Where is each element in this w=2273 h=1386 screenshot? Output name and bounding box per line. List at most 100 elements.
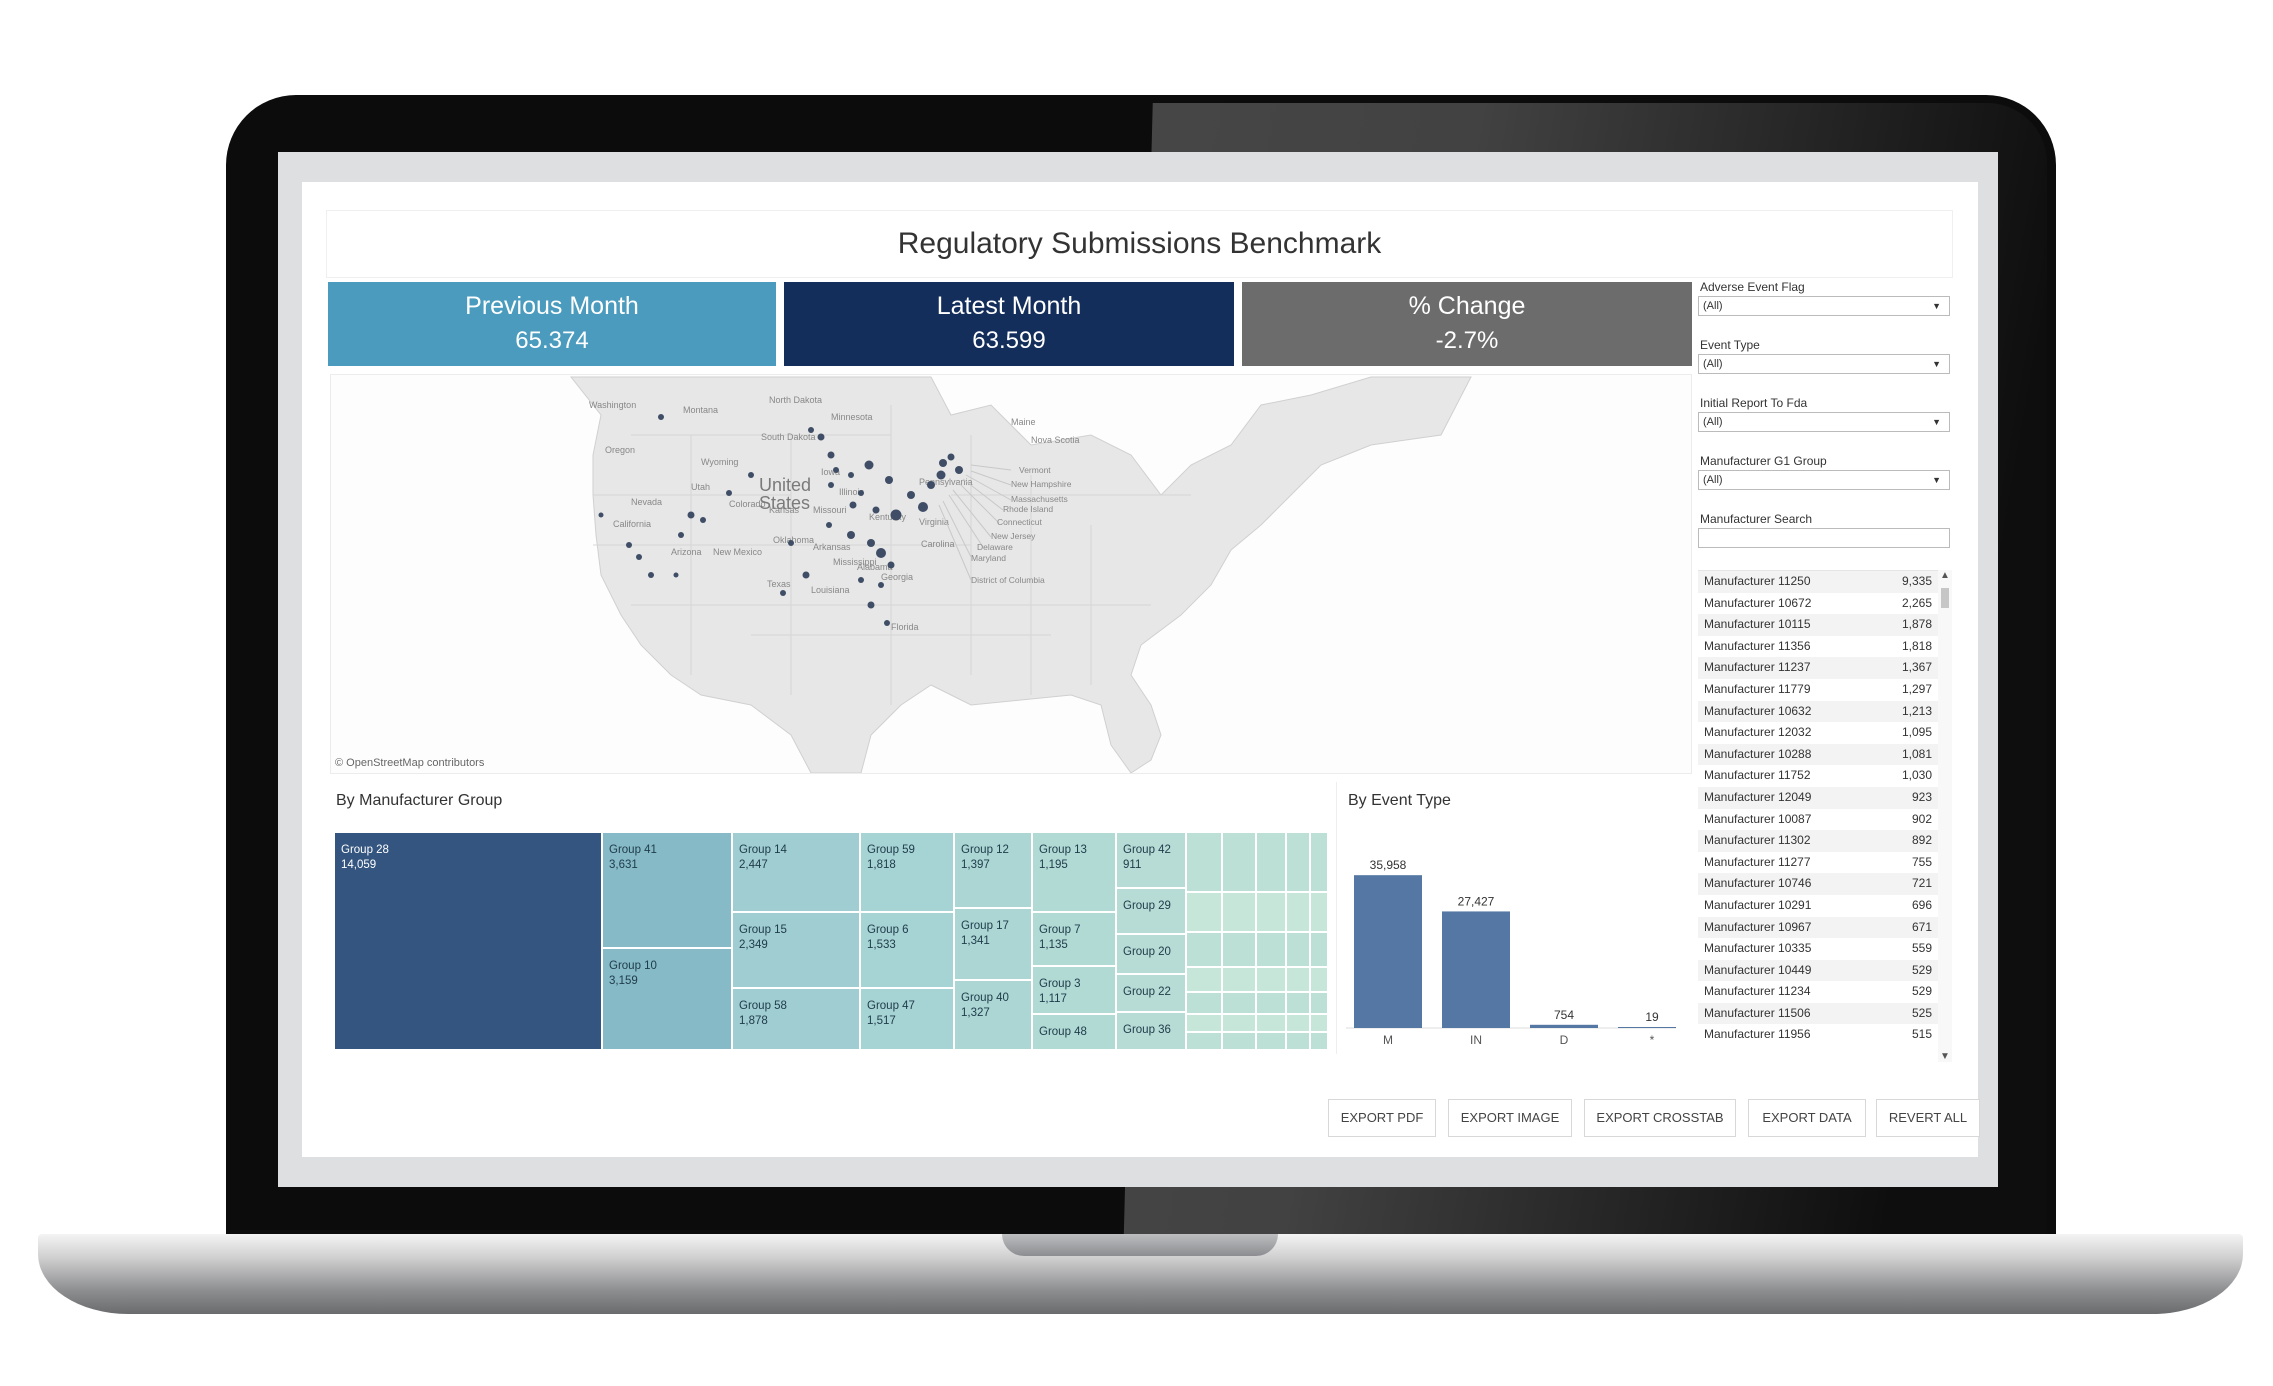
- treemap-tile[interactable]: [1186, 932, 1222, 967]
- initial-report-select[interactable]: (All) ▼: [1698, 412, 1950, 432]
- treemap-tile[interactable]: [1310, 932, 1328, 967]
- manufacturer-list-item[interactable]: Manufacturer 10632 1,213: [1698, 700, 1938, 723]
- treemap-tile[interactable]: Group 22: [1116, 974, 1186, 1012]
- treemap-tile[interactable]: Group 41 3,631: [602, 832, 732, 948]
- manufacturer-list-item[interactable]: Manufacturer 12032 1,095: [1698, 722, 1938, 744]
- manufacturer-list-item[interactable]: Manufacturer 11277 755: [1698, 852, 1938, 874]
- treemap-tile[interactable]: [1186, 1014, 1222, 1032]
- treemap-tile[interactable]: [1286, 992, 1310, 1014]
- treemap-tile[interactable]: Group 28 14,059: [334, 832, 602, 1050]
- manufacturer-list-item[interactable]: Manufacturer 11779 1,297: [1698, 679, 1938, 701]
- manufacturer-list-item[interactable]: Manufacturer 10967 671: [1698, 916, 1938, 939]
- treemap-tile[interactable]: [1222, 992, 1256, 1014]
- scrollbar-thumb[interactable]: [1941, 588, 1949, 608]
- select-value: (All): [1703, 474, 1723, 486]
- treemap-tile[interactable]: [1310, 1014, 1328, 1032]
- treemap-tile[interactable]: Group 47 1,517: [860, 988, 954, 1050]
- revert-all-button[interactable]: REVERT ALL: [1876, 1099, 1980, 1137]
- manufacturer-list-item[interactable]: Manufacturer 12049 923: [1698, 786, 1938, 809]
- export-data-button[interactable]: EXPORT DATA: [1748, 1099, 1866, 1137]
- treemap-tile[interactable]: [1186, 1032, 1222, 1050]
- manufacturer-list-item[interactable]: Manufacturer 11956 515: [1698, 1024, 1938, 1046]
- treemap-tile[interactable]: [1310, 992, 1328, 1014]
- treemap-tile[interactable]: [1222, 1014, 1256, 1032]
- treemap-tile[interactable]: Group 13 1,195: [1032, 832, 1116, 912]
- treemap-tile[interactable]: Group 42 911: [1116, 832, 1186, 888]
- bar[interactable]: [1354, 875, 1422, 1028]
- treemap-tile[interactable]: [1222, 932, 1256, 967]
- manufacturer-list-item[interactable]: Manufacturer 10449 529: [1698, 959, 1938, 982]
- treemap-tile[interactable]: Group 40 1,327: [954, 980, 1032, 1050]
- manufacturer-list-item[interactable]: Manufacturer 11302 892: [1698, 830, 1938, 852]
- treemap-tile[interactable]: [1222, 892, 1256, 932]
- treemap-tile[interactable]: Group 12 1,397: [954, 832, 1032, 908]
- bar[interactable]: [1530, 1024, 1598, 1028]
- treemap-tile[interactable]: [1256, 1014, 1286, 1032]
- manufacturer-list-item[interactable]: Manufacturer 10746 721: [1698, 873, 1938, 895]
- treemap-tile[interactable]: [1186, 967, 1222, 992]
- treemap-tile[interactable]: [1286, 832, 1310, 892]
- treemap-tile[interactable]: [1286, 967, 1310, 992]
- treemap-tile[interactable]: [1310, 832, 1328, 892]
- treemap-tile[interactable]: [1256, 967, 1286, 992]
- treemap-tile[interactable]: [1310, 967, 1328, 992]
- manufacturer-list-item[interactable]: Manufacturer 11234 529: [1698, 981, 1938, 1003]
- manufacturer-list-item[interactable]: Manufacturer 11356 1,818: [1698, 636, 1938, 658]
- treemap-tile[interactable]: Group 6 1,533: [860, 912, 954, 988]
- manufacturer-list-item[interactable]: Manufacturer 10291 696: [1698, 895, 1938, 917]
- manufacturer-search-input[interactable]: [1698, 528, 1950, 548]
- treemap-tile[interactable]: Group 58 1,878: [732, 988, 860, 1050]
- scroll-down-icon[interactable]: ▼: [1940, 1051, 1950, 1062]
- treemap-tile[interactable]: Group 15 2,349: [732, 912, 860, 988]
- treemap-tile[interactable]: [1222, 967, 1256, 992]
- export-pdf-button[interactable]: EXPORT PDF: [1328, 1099, 1436, 1137]
- treemap-tile[interactable]: [1310, 892, 1328, 932]
- manufacturer-list-item[interactable]: Manufacturer 10335 559: [1698, 938, 1938, 960]
- export-crosstab-button[interactable]: EXPORT CROSSTAB: [1584, 1099, 1736, 1137]
- treemap-tile[interactable]: [1286, 892, 1310, 932]
- treemap-tile[interactable]: [1256, 892, 1286, 932]
- us-map[interactable]: Washington Montana North Dakota Minnesot…: [330, 374, 1692, 774]
- manufacturer-list-item[interactable]: Manufacturer 11237 1,367: [1698, 657, 1938, 679]
- manufacturer-list-item[interactable]: Manufacturer 10672 2,265: [1698, 593, 1938, 615]
- state-label: Nevada: [631, 497, 662, 507]
- treemap-tile[interactable]: [1310, 1032, 1328, 1050]
- treemap-tile[interactable]: [1186, 832, 1222, 892]
- treemap-tile[interactable]: Group 7 1,135: [1032, 912, 1116, 966]
- manufacturer-list-item[interactable]: Manufacturer 10115 1,878: [1698, 614, 1938, 636]
- treemap-tile[interactable]: Group 48: [1032, 1014, 1116, 1050]
- treemap-tile[interactable]: [1222, 1032, 1256, 1050]
- bar[interactable]: [1442, 911, 1510, 1028]
- treemap-tile[interactable]: Group 14 2,447: [732, 832, 860, 912]
- scroll-up-icon[interactable]: ▲: [1940, 570, 1950, 581]
- treemap-tile[interactable]: Group 10 3,159: [602, 948, 732, 1050]
- export-image-button[interactable]: EXPORT IMAGE: [1448, 1099, 1572, 1137]
- adverse-event-flag-select[interactable]: (All) ▼: [1698, 296, 1950, 316]
- treemap-tile[interactable]: Group 20: [1116, 934, 1186, 974]
- manufacturer-list-item[interactable]: Manufacturer 10288 1,081: [1698, 743, 1938, 766]
- treemap-tile[interactable]: [1256, 1032, 1286, 1050]
- manufacturer-list-item[interactable]: Manufacturer 11752 1,030: [1698, 765, 1938, 787]
- treemap-tile[interactable]: [1256, 992, 1286, 1014]
- treemap-tile[interactable]: [1186, 892, 1222, 932]
- treemap-tile[interactable]: [1286, 932, 1310, 967]
- manufacturer-list-item[interactable]: Manufacturer 11506 525: [1698, 1002, 1938, 1025]
- treemap-tile[interactable]: [1286, 1014, 1310, 1032]
- manufacturer-group-select[interactable]: (All) ▼: [1698, 470, 1950, 490]
- treemap-tile[interactable]: [1256, 932, 1286, 967]
- event-type-select[interactable]: (All) ▼: [1698, 354, 1950, 374]
- treemap-tile[interactable]: Group 17 1,341: [954, 908, 1032, 980]
- manufacturer-list-item[interactable]: Manufacturer 11250 9,335: [1698, 571, 1938, 593]
- bar[interactable]: [1618, 1027, 1676, 1028]
- treemap-tile[interactable]: Group 3 1,117: [1032, 966, 1116, 1014]
- treemap-tile[interactable]: Group 29: [1116, 888, 1186, 934]
- treemap-tile[interactable]: Group 59 1,818: [860, 832, 954, 912]
- treemap-tile[interactable]: Group 36: [1116, 1012, 1186, 1050]
- treemap-tile[interactable]: [1256, 832, 1286, 892]
- list-scrollbar[interactable]: ▲ ▼: [1938, 570, 1952, 1062]
- treemap-tile[interactable]: [1286, 1032, 1310, 1050]
- manufacturer-list-item[interactable]: Manufacturer 10087 902: [1698, 809, 1938, 831]
- treemap-tile[interactable]: [1186, 992, 1222, 1014]
- manufacturer-list[interactable]: Manufacturer 11250 9,335 Manufacturer 1067…: [1698, 570, 1938, 1063]
- treemap-tile[interactable]: [1222, 832, 1256, 892]
